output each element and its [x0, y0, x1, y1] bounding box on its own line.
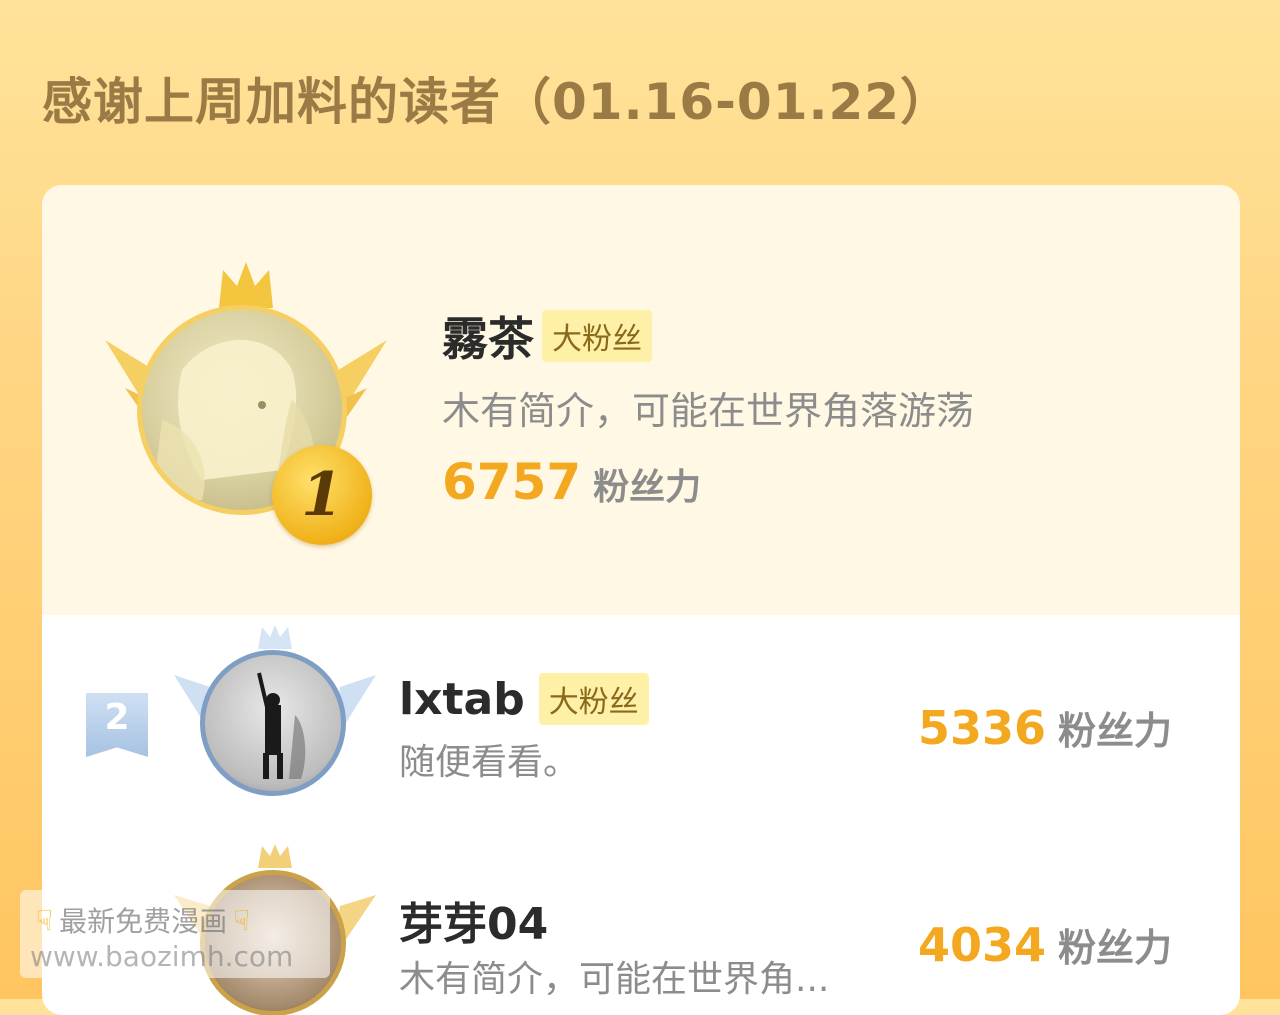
pointing-hand-icon: ☟	[233, 903, 251, 937]
fan-score: 5336 粉丝力	[918, 700, 1172, 755]
top-fan-section[interactable]: 1 霧茶 大粉丝 木有简介，可能在世界角落游荡 6757 粉丝力	[42, 185, 1240, 615]
watermark-url: www.baozimh.com	[30, 940, 294, 973]
avatar-photo	[257, 672, 306, 779]
fan-score: 4034 粉丝力	[918, 917, 1172, 972]
fan-name[interactable]: lxtab	[399, 674, 525, 725]
top-fan-score: 6757 粉丝力	[442, 453, 701, 511]
fan-power-label: 粉丝力	[593, 467, 702, 508]
fan-power-value: 6757	[442, 453, 582, 511]
fan-name[interactable]: 芽芽04	[399, 888, 548, 952]
rank-1-badge: 1	[272, 445, 372, 545]
top-fan-name-row: 霧茶 大粉丝	[442, 303, 652, 369]
fan-bio: 木有简介，可能在世界角...	[399, 959, 830, 1000]
fan-bio: 随便看看。	[399, 742, 580, 783]
watermark-line1: ☟ 最新免费漫画 ☟	[36, 900, 250, 940]
fan-power-label: 粉丝力	[1058, 926, 1173, 970]
fan-name-row: 芽芽04	[399, 888, 548, 952]
big-fan-tag: 大粉丝	[538, 673, 649, 725]
fan-power-value: 4034	[918, 918, 1047, 972]
fan-power-label: 粉丝力	[1058, 709, 1173, 753]
avatar[interactable]	[200, 650, 346, 796]
rank-2-badge: 2	[86, 693, 148, 757]
fan-name-row: lxtab 大粉丝	[399, 673, 649, 725]
page-title: 感谢上周加料的读者（01.16-01.22）	[42, 73, 952, 131]
fan-power-value: 5336	[918, 701, 1047, 755]
top-fan-bio: 木有简介，可能在世界角落游荡	[442, 389, 975, 433]
big-fan-tag: 大粉丝	[542, 310, 652, 362]
top-fan-name[interactable]: 霧茶	[442, 303, 534, 369]
pointing-hand-icon: ☟	[36, 903, 54, 937]
watermark: ☟ 最新免费漫画 ☟ www.baozimh.com	[20, 890, 330, 978]
watermark-text: 最新免费漫画	[59, 905, 228, 938]
